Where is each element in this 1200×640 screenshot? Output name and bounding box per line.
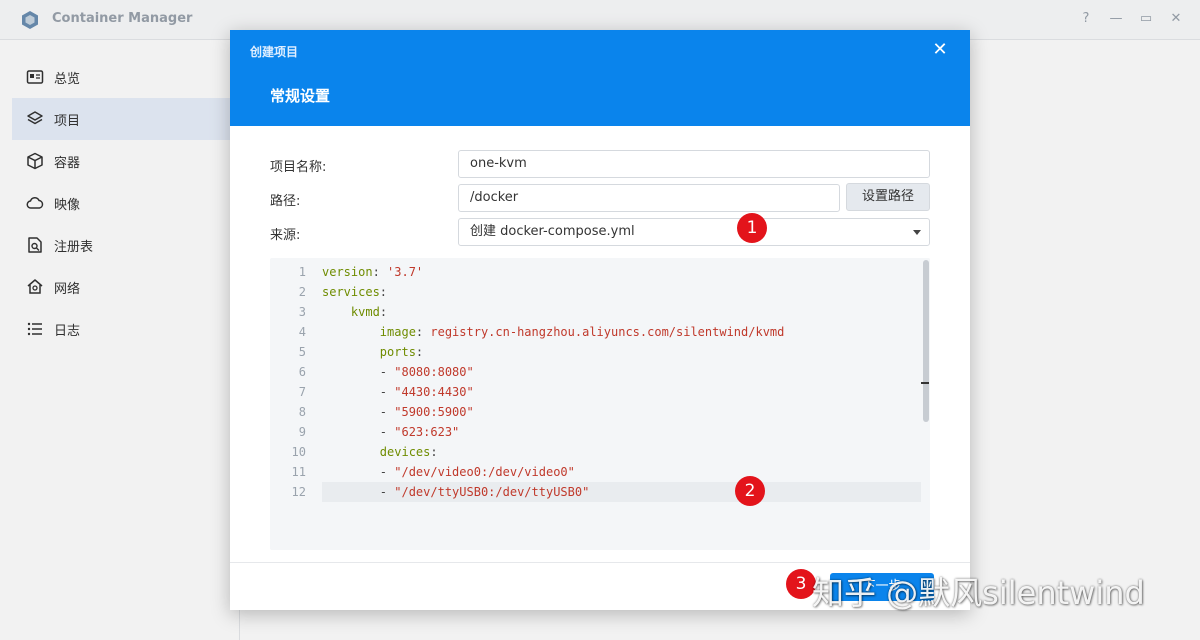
source-select[interactable]: 创建 docker-compose.yml [458,218,930,246]
code-token: "5900:5900" [394,405,474,419]
code-token: "8080:8080" [394,365,474,379]
step-marker-2: 2 [735,476,765,506]
create-project-dialog: 创建项目 ✕ 常规设置 项目名称: one-kvm 路径: /docker 设置… [230,30,970,610]
line-text: kvmd: [322,302,387,322]
path-input[interactable]: /docker [458,184,840,212]
code-token: services [322,285,380,299]
chevron-down-icon [913,230,921,235]
code-token: ports [379,345,416,359]
code-token: registry.cn-hangzhou.aliyuncs.com/silent… [430,325,785,339]
code-line[interactable]: 5 ports: [270,342,930,362]
line-number: 10 [291,445,306,459]
code-token: "/dev/video0:/dev/video0" [394,465,575,479]
code-token: - [322,385,395,399]
line-number: 9 [298,425,306,439]
line-text: - "8080:8080" [322,362,474,382]
code-token: - [322,465,395,479]
line-text: - "623:623" [322,422,459,442]
line-text: ports: [322,342,423,362]
source-select-value: 创建 docker-compose.yml [470,224,635,239]
code-token: : [415,345,424,359]
line-number: 11 [291,465,306,479]
step-marker-1: 1 [737,213,767,243]
line-number: 1 [298,265,306,279]
line-number: 4 [298,325,306,339]
code-token: - [322,425,395,439]
source-label: 来源: [270,228,301,243]
line-text: - "/dev/video0:/dev/video0" [322,462,575,482]
code-token: - [322,485,395,499]
code-token: image [379,325,416,339]
project-name-label: 项目名称: [270,160,327,175]
code-token: - [322,365,395,379]
scroll-marker [921,382,929,384]
code-token: : [379,305,388,319]
code-line[interactable]: 4 image: registry.cn-hangzhou.aliyuncs.c… [270,322,930,342]
code-token: version [322,265,373,279]
line-number: 5 [298,345,306,359]
line-text: version: '3.7' [322,262,423,282]
code-token: '3.7' [387,265,424,279]
editor-scroll-thumb[interactable] [923,260,929,422]
editor-scrollbar[interactable] [921,258,930,550]
watermark: 知乎 @默风silentwind [812,574,1145,612]
code-line[interactable]: 8 - "5900:5900" [270,402,930,422]
line-number: 2 [298,285,306,299]
code-line[interactable]: 2 services: [270,282,930,302]
code-line[interactable]: 7 - "4430:4430" [270,382,930,402]
code-line[interactable]: 1 version: '3.7' [270,262,930,282]
code-token: : [415,325,431,339]
code-token: : [430,445,438,459]
line-text: devices: [322,442,438,462]
close-icon[interactable]: ✕ [930,40,950,60]
line-text: image: registry.cn-hangzhou.aliyuncs.com… [322,322,785,342]
compose-code-editor[interactable]: 1 version: '3.7' 2 services: 3 kvmd: 4 image:… [270,258,930,550]
line-text: services: [322,282,387,302]
line-text: - "/dev/ttyUSB0:/dev/ttyUSB0" [322,482,590,502]
set-path-button[interactable]: 设置路径 [846,183,930,211]
line-number: 3 [298,305,306,319]
line-number: 6 [298,365,306,379]
line-number: 8 [298,405,306,419]
line-number: 12 [291,485,306,499]
code-line[interactable]: 11 - "/dev/video0:/dev/video0" [270,462,930,482]
code-line[interactable]: 3 kvmd: [270,302,930,322]
dialog-small-title: 创建项目 [250,45,299,59]
code-line[interactable]: 12 - "/dev/ttyUSB0:/dev/ttyUSB0" [292,482,930,502]
dialog-title: 常规设置 [270,87,331,105]
code-token: devices [379,445,431,459]
dialog-header: 创建项目 ✕ 常规设置 [230,30,970,126]
path-label: 路径: [270,194,301,209]
dialog-footer-divider [230,562,970,563]
code-token: kvmd [350,305,380,319]
line-text: - "4430:4430" [322,382,474,402]
line-text: - "5900:5900" [322,402,474,422]
line-number: 7 [298,385,306,399]
code-line[interactable]: 10 devices: [270,442,930,462]
code-token: - [322,405,395,419]
project-name-input[interactable]: one-kvm [458,150,930,178]
code-token: : [372,265,388,279]
code-token: "4430:4430" [394,385,474,399]
code-line[interactable]: 9 - "623:623" [270,422,930,442]
code-token: "/dev/ttyUSB0:/dev/ttyUSB0" [394,485,590,499]
code-line[interactable]: 6 - "8080:8080" [270,362,930,382]
code-token: "623:623" [394,425,460,439]
code-token: : [379,285,388,299]
